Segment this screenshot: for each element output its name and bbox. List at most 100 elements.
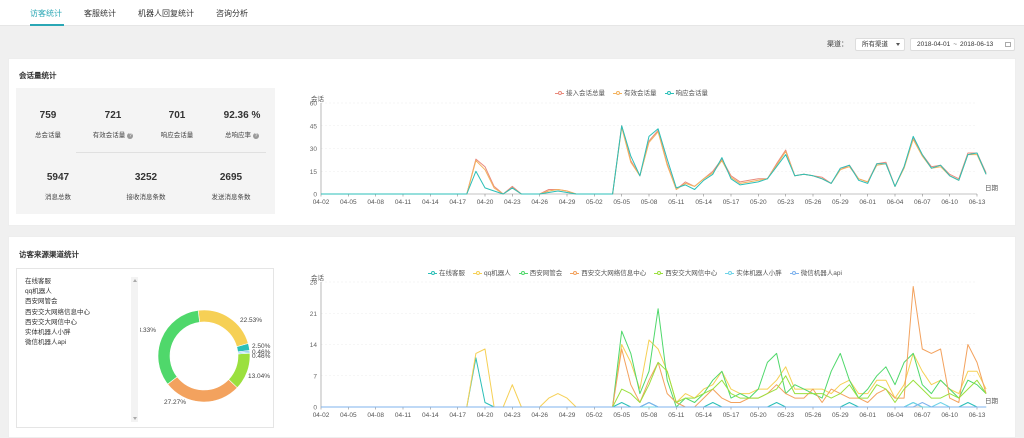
x-tick-label: 06-10 [941,412,958,419]
x-tick-label: 05-26 [805,199,822,206]
y-tick-label: 45 [310,123,318,130]
x-tick-label: 05-29 [832,412,849,419]
y-tick-label: 21 [310,311,318,318]
stat-sent-messages: 2695 发送消息条数 [201,172,261,201]
source-line-chart: 07142128会话日期04-02 04-05 04-08 04-11 04-14 04-… [310,273,999,419]
x-tick-label: 04-14 [422,412,439,419]
list-item[interactable]: 实体机器人小胖 [25,328,90,338]
y-axis-title: 会话 [311,94,325,103]
y-axis-title: 会话 [311,273,325,282]
stat-value: 759 [39,110,57,121]
x-tick-label: 04-20 [477,412,494,419]
date-range-picker[interactable]: 2018-04-01 ~2018-06-13 [910,38,1015,51]
x-tick-label: 06-04 [887,199,904,206]
y-tick-label: 15 [310,169,318,176]
x-tick-label: 05-02 [586,412,603,419]
x-tick-label: 05-14 [695,412,712,419]
pie-label: 22.53% [240,317,262,324]
stat-label: 响应会话量 [160,132,194,139]
date-separator: ~ [953,41,958,48]
scroll-up-icon[interactable] [132,279,137,282]
stat-valid-sessions: 721 有效会话量? [83,110,143,139]
x-tick-label: 05-08 [641,199,658,206]
stat-label: 接收消息条数 [126,194,166,201]
session-summary-box: 759 总会话量 721 有效会话量? 701 响应会话量 92.36 % 总响… [16,88,275,214]
x-tick-label: 04-02 [313,199,330,206]
stat-response-rate: 92.36 % 总响应率? [212,110,272,139]
pie-label: 13.04% [248,373,270,380]
x-tick-label: 04-08 [367,199,384,206]
chevron-down-icon [896,43,900,46]
x-tick-label: 06-07 [914,199,931,206]
x-tick-label: 05-20 [750,199,767,206]
list-item[interactable]: 微信机器人api [25,338,90,348]
channel-select-value: 所有渠道 [862,41,888,48]
stats-divider [76,152,266,153]
x-tick-label: 05-14 [695,199,712,206]
channel-list: 在线客服 qq机器人 西安网管会 西安交大网络信息中心 西安交大网信中心 实体机… [25,277,90,348]
session-panel-title: 会话量统计 [19,71,57,80]
stat-value: 3252 [134,172,158,183]
x-tick-label: 06-01 [859,199,876,206]
x-tick-label: 04-14 [422,199,439,206]
stat-value: 2695 [219,172,243,183]
x-tick-label: 06-13 [969,199,986,206]
x-tick-label: 04-23 [504,199,521,206]
x-tick-label: 04-02 [313,412,330,419]
pie-slice [228,352,251,389]
list-item[interactable]: 西安交大网络信息中心 [25,308,90,318]
series-line [321,125,987,195]
series-line [321,126,987,195]
x-tick-label: 05-02 [586,199,603,206]
help-icon[interactable]: ? [253,133,259,139]
y-tick-label: 0 [313,405,317,412]
stat-total-sessions: 759 总会话量 [18,110,78,139]
pie-label: 33.33% [140,327,156,334]
x-tick-label: 04-11 [395,412,412,419]
x-tick-label: 05-05 [613,412,630,419]
x-tick-label: 05-17 [723,412,740,419]
source-donut-chart: 2.50%22.53%33.33%27.27%13.04%0.46%0.46% [140,309,271,406]
x-tick-label: 05-29 [832,199,849,206]
x-tick-label: 04-05 [340,412,357,419]
series-line [321,357,987,408]
tab-consult-analysis[interactable]: 咨询分析 [216,8,248,19]
x-tick-label: 04-17 [449,412,466,419]
stat-responded-sessions: 701 响应会话量 [147,110,207,139]
x-tick-label: 05-17 [723,199,740,206]
list-item[interactable]: qq机器人 [25,287,90,297]
x-tick-label: 04-26 [531,412,548,419]
session-line-chart: 015304560会话日期04-02 04-05 04-08 04-11 04-14 04… [310,94,999,206]
tab-visitor-stats[interactable]: 访客统计 [30,8,62,19]
series-line [321,308,987,408]
list-item[interactable]: 在线客服 [25,277,90,287]
pie-label: 0.46% [252,353,271,360]
list-item[interactable]: 西安网管会 [25,297,90,307]
pie-slice [157,310,200,385]
date-end: 2018-06-13 [960,41,994,48]
source-panel-title: 访客来源渠道统计 [19,250,79,259]
x-tick-label: 04-11 [395,199,412,206]
tab-bar: 访客统计 客服统计 机器人回复统计 咨询分析 [0,0,1024,26]
x-tick-label: 06-01 [859,412,876,419]
channel-select[interactable]: 所有渠道 [855,38,905,51]
tab-robot-reply-stats[interactable]: 机器人回复统计 [138,8,194,19]
list-scrollbar[interactable] [131,277,138,422]
x-tick-label: 04-20 [477,199,494,206]
tab-agent-stats[interactable]: 客服统计 [84,8,116,19]
help-icon[interactable]: ? [127,133,134,139]
y-tick-label: 30 [310,146,318,153]
x-tick-label: 04-17 [449,199,466,206]
list-item[interactable]: 西安交大网信中心 [25,318,90,328]
x-tick-label: 06-10 [941,199,958,206]
stat-label: 有效会话量 [92,132,126,139]
x-tick-label: 04-23 [504,412,521,419]
x-tick-label: 04-26 [531,199,548,206]
x-tick-label: 05-11 [668,199,685,206]
y-tick-label: 0 [313,192,317,199]
scroll-down-icon[interactable] [132,417,137,420]
pie-slice [197,309,249,348]
stat-value: 5947 [46,172,70,183]
stat-label: 发送消息条数 [211,194,251,201]
stat-value: 701 [168,110,186,121]
